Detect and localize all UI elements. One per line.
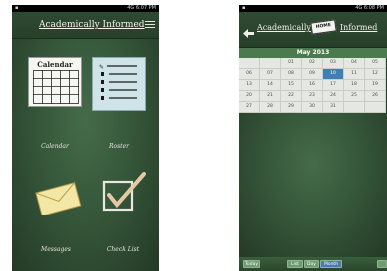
calendar-day-cell[interactable]: 31 [323, 102, 344, 113]
calendar-day-cell[interactable]: 07 [260, 69, 281, 80]
app-bar: Academically HOME Informed [239, 12, 387, 48]
envelope-icon [35, 182, 82, 217]
notification-icon: ▪ [15, 5, 19, 11]
calendar-day-cell[interactable]: 11 [344, 69, 365, 80]
status-bar: ▪ 4G 6:08 PM [239, 5, 387, 12]
back-arrow-icon[interactable] [243, 23, 254, 38]
svg-text:✎: ✎ [99, 64, 104, 71]
calendar-icon-title: Calendar [37, 60, 73, 69]
calendar-day-cell[interactable]: 06 [239, 69, 260, 80]
today-button[interactable]: Today [243, 260, 260, 268]
calendar-icon [33, 70, 79, 104]
calendar-day-cell[interactable]: 21 [260, 91, 281, 102]
calendar-day-cell[interactable]: 01 [281, 58, 302, 69]
menu-icon[interactable] [145, 21, 155, 30]
calendar-day-cell[interactable]: 03 [323, 58, 344, 69]
calendar-day-cell[interactable]: 12 [365, 69, 386, 80]
status-time: 6:07 PM [135, 5, 156, 11]
calendar-screen: ▪ 4G 6:08 PM Academically HOME Informed … [239, 5, 387, 271]
signal-text: 4G [355, 5, 363, 11]
calendar-day-cell[interactable]: 02 [302, 58, 323, 69]
checklist-tile[interactable] [100, 170, 146, 216]
app-title-right: Informed [340, 23, 378, 32]
roster-icon: ✎ [99, 64, 137, 100]
calendar-day-cell[interactable]: 28 [260, 102, 281, 113]
app-title-left: Academically [257, 23, 311, 32]
calendar-day-cell[interactable]: 10 [323, 69, 344, 80]
calendar-empty-cell [239, 58, 260, 69]
calendar-day-cell[interactable]: 25 [344, 91, 365, 102]
calendar-day-cell[interactable]: 22 [281, 91, 302, 102]
calendar-day-cell[interactable]: 18 [344, 80, 365, 91]
status-bar: ▪ 4G 6:07 PM [12, 5, 159, 12]
calendar-day-cell[interactable]: 14 [260, 80, 281, 91]
roster-tile[interactable]: ✎ [92, 57, 146, 111]
home-screen: ▪ 4G 6:07 PM Academically Informed Calen… [12, 5, 159, 271]
calendar-day-cell[interactable]: 23 [302, 91, 323, 102]
home-button[interactable]: HOME [310, 19, 337, 35]
calendar-label: Calendar [41, 143, 69, 150]
day-view-button[interactable]: Day [304, 260, 319, 268]
calendar-tile[interactable]: Calendar [28, 57, 82, 107]
calendar-day-cell[interactable]: 26 [365, 91, 386, 102]
messages-tile[interactable] [32, 181, 88, 217]
signal-text: 4G [127, 5, 135, 11]
messages-label: Messages [41, 246, 71, 253]
bottom-toolbar: Today List Day Month [239, 257, 387, 271]
calendar-day-cell[interactable]: 17 [323, 80, 344, 91]
checklist-label: Check List [106, 246, 140, 253]
calendar-empty-cell [260, 58, 281, 69]
calendar-day-cell[interactable]: 09 [302, 69, 323, 80]
list-view-button[interactable]: List [287, 260, 303, 268]
app-bar: Academically Informed [12, 12, 159, 39]
app-title: Academically Informed [39, 20, 145, 30]
calendar-day-cell[interactable]: 19 [365, 80, 386, 91]
add-event-button[interactable] [377, 260, 387, 268]
month-header: May 2013 [239, 48, 387, 58]
calendar-day-cell[interactable]: 16 [302, 80, 323, 91]
calendar-grid: 01 02 03 04 05 06 07 08 09 10 11 12 13 14 15 16 17 18 19 20… [239, 58, 387, 113]
status-time: 6:08 PM [363, 5, 384, 11]
calendar-day-cell[interactable]: 30 [302, 102, 323, 113]
calendar-day-cell[interactable]: 27 [239, 102, 260, 113]
calendar-day-cell[interactable]: 04 [344, 58, 365, 69]
month-view-button[interactable]: Month [320, 260, 342, 268]
calendar-empty-cell [365, 102, 386, 113]
notification-icon: ▪ [242, 5, 246, 11]
calendar-day-cell[interactable]: 08 [281, 69, 302, 80]
calendar-empty-cell [344, 102, 365, 113]
chalkboard [239, 113, 387, 257]
calendar-day-cell[interactable]: 20 [239, 91, 260, 102]
checkbox-icon [102, 172, 146, 212]
calendar-day-cell[interactable]: 05 [365, 58, 386, 69]
roster-label: Roster [108, 143, 130, 150]
calendar-day-cell[interactable]: 29 [281, 102, 302, 113]
calendar-day-cell[interactable]: 13 [239, 80, 260, 91]
calendar-day-cell[interactable]: 24 [323, 91, 344, 102]
calendar-day-cell[interactable]: 15 [281, 80, 302, 91]
